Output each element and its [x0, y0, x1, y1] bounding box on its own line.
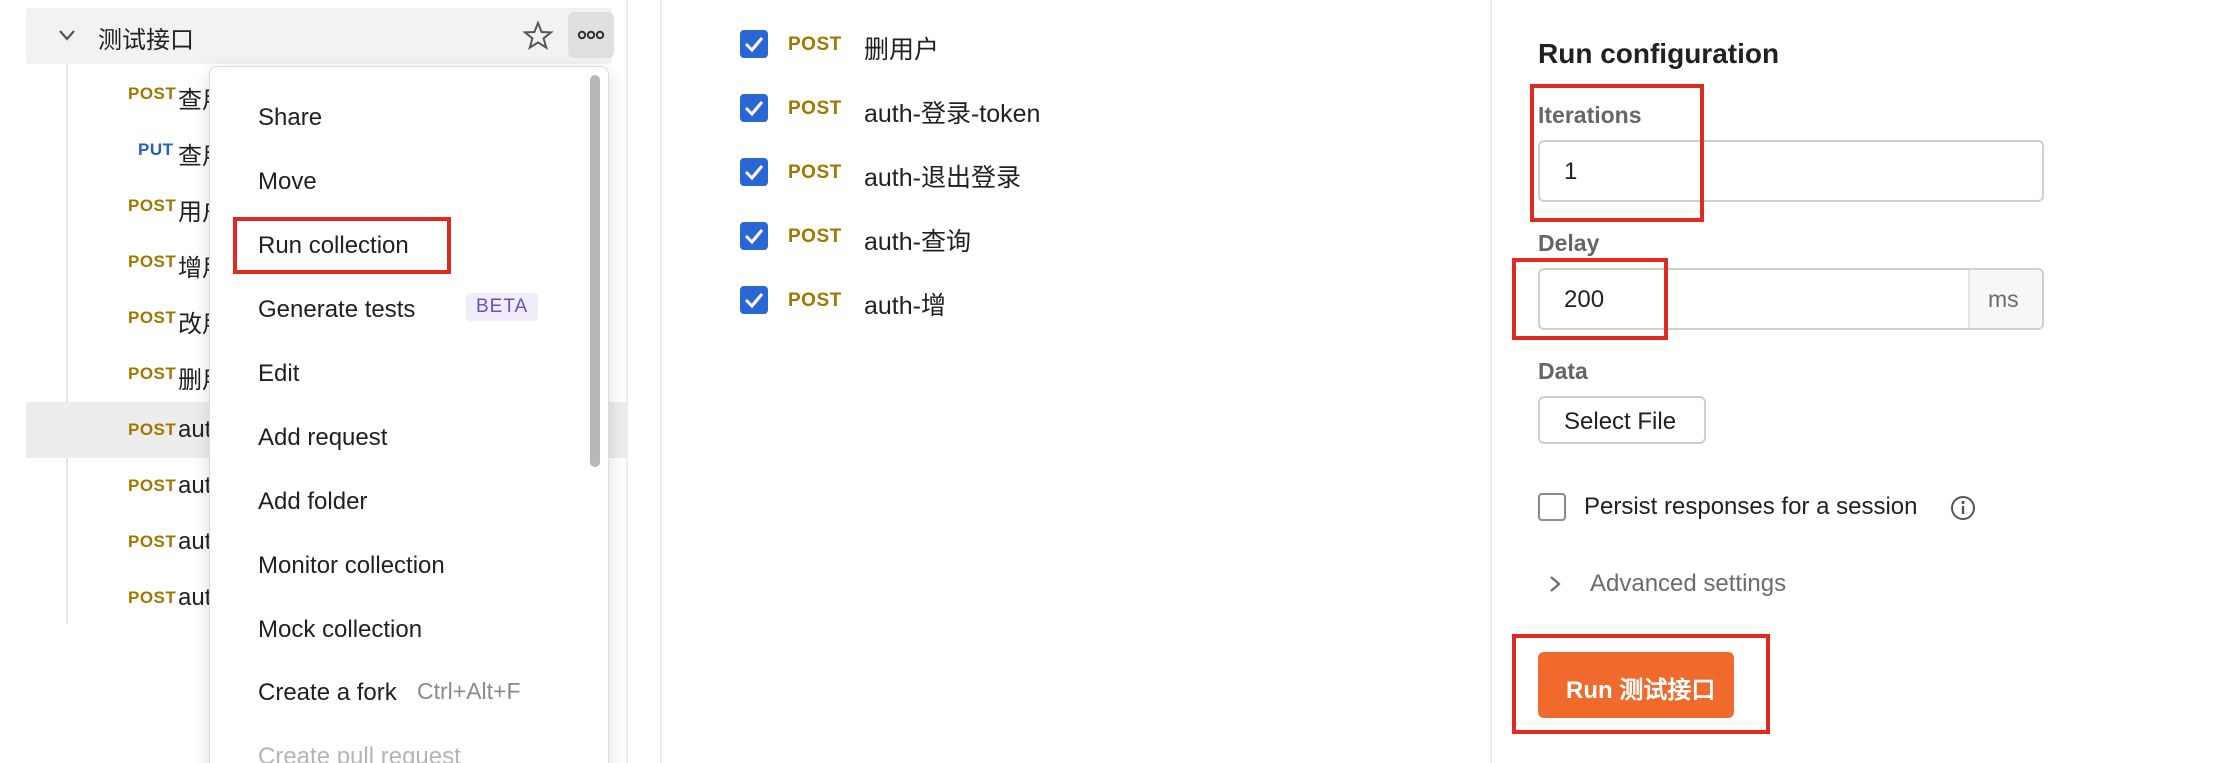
method-badge: POST [128, 308, 177, 327]
advanced-settings-toggle[interactable]: Advanced settings [1590, 570, 1786, 598]
request-checkbox[interactable] [740, 94, 768, 122]
fork-shortcut: Ctrl+Alt+F [417, 678, 521, 704]
select-file-button[interactable]: Select File [1538, 396, 1706, 444]
highlight-run-button [1512, 634, 1770, 734]
highlight-delay [1512, 258, 1668, 340]
method-badge: POST [128, 588, 177, 607]
method-badge: POST [128, 420, 177, 439]
method-badge: PUT [138, 140, 174, 159]
run-order-item: POST auth-退出登录 [740, 156, 1300, 196]
method-badge: POST [788, 98, 842, 119]
highlight-iterations [1530, 84, 1704, 222]
method-badge: POST [788, 162, 842, 183]
method-badge: POST [128, 252, 177, 271]
method-badge: POST [128, 364, 177, 383]
method-badge: POST [128, 532, 177, 551]
menu-item-share[interactable]: Share [258, 104, 322, 132]
checkmark-icon [744, 165, 764, 181]
method-badge: POST [788, 34, 842, 55]
collection-context-menu: Share Move Run collection Generate tests… [209, 66, 609, 763]
checkmark-icon [744, 229, 764, 245]
select-file-label: Select File [1564, 408, 1677, 435]
run-order-item: POST auth-增 [740, 284, 1300, 324]
delay-label: Delay [1538, 230, 1600, 256]
beta-badge: BETA [466, 293, 539, 321]
delay-unit-suffix: ms [1968, 270, 2042, 328]
menu-item-edit[interactable]: Edit [258, 360, 299, 388]
menu-item-monitor-collection[interactable]: Monitor collection [258, 552, 445, 580]
request-checkbox[interactable] [740, 158, 768, 186]
method-badge: POST [128, 84, 177, 103]
menu-item-generate-tests[interactable]: Generate tests [258, 296, 415, 324]
persist-responses-label: Persist responses for a session [1584, 493, 1918, 520]
sidebar-divider [626, 0, 628, 763]
run-order-item: POST auth-登录-token [740, 92, 1300, 132]
request-name: auth-退出登录 [864, 164, 1021, 192]
more-options-button[interactable] [568, 12, 614, 58]
method-badge: POST [128, 196, 177, 215]
method-badge: POST [788, 226, 842, 247]
panel-divider-right [1490, 0, 1492, 763]
request-name: 删用户 [864, 36, 940, 64]
menu-item-create-fork[interactable]: Create a fork [258, 679, 397, 707]
highlight-run-collection [233, 217, 451, 274]
request-name: auth-登录-token [864, 100, 1041, 128]
menu-item-mock-collection[interactable]: Mock collection [258, 616, 422, 644]
run-order-item: POST auth-查询 [740, 220, 1300, 260]
method-badge: POST [788, 290, 842, 311]
menu-item-add-request[interactable]: Add request [258, 424, 387, 452]
info-icon[interactable] [1950, 495, 1976, 521]
checkmark-icon [744, 37, 764, 53]
run-order-item: POST 删用户 [740, 28, 1300, 68]
request-checkbox[interactable] [740, 30, 768, 58]
more-icon [577, 30, 605, 40]
chevron-right-icon[interactable] [1544, 573, 1566, 595]
collection-name: 测试接口 [98, 27, 194, 54]
star-icon[interactable] [520, 18, 556, 54]
delay-unit: ms [1988, 286, 2019, 312]
checkmark-icon [744, 293, 764, 309]
method-badge: POST [128, 476, 177, 495]
request-checkbox[interactable] [740, 286, 768, 314]
menu-item-create-pull-request: Create pull request [258, 743, 461, 763]
menu-scrollbar[interactable] [590, 75, 600, 467]
checkmark-icon [744, 101, 764, 117]
chevron-down-icon[interactable] [56, 24, 78, 46]
request-checkbox[interactable] [740, 222, 768, 250]
collection-header[interactable]: 测试接口 [26, 8, 614, 64]
data-label: Data [1538, 358, 1588, 384]
request-name: auth-增 [864, 292, 946, 320]
menu-item-move[interactable]: Move [258, 168, 317, 196]
persist-responses-checkbox[interactable] [1538, 493, 1566, 521]
menu-item-add-folder[interactable]: Add folder [258, 488, 367, 516]
panel-divider-left [660, 0, 662, 763]
request-name: auth-查询 [864, 228, 971, 256]
run-configuration-title: Run configuration [1538, 38, 1780, 69]
